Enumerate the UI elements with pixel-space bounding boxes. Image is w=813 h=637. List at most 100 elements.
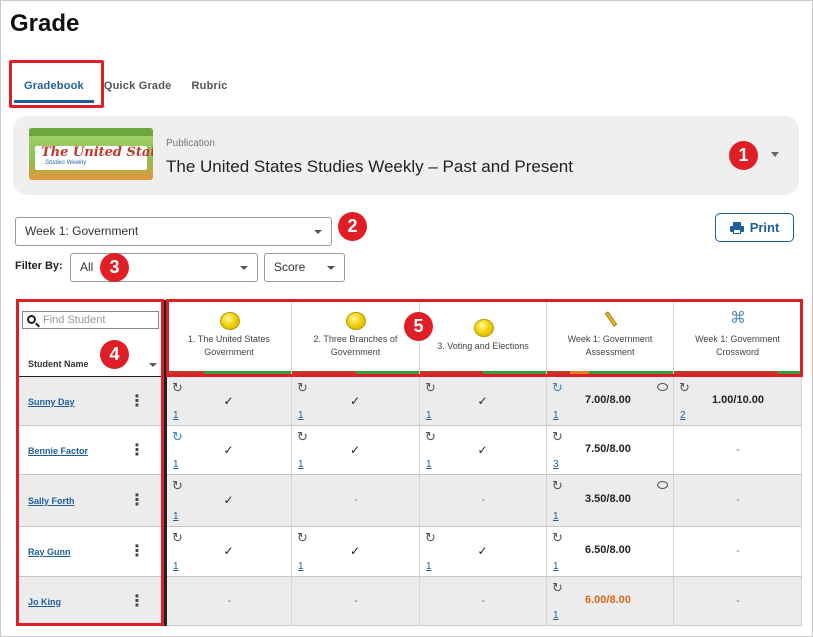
chevron-down-icon <box>327 266 335 270</box>
refresh-icon[interactable]: ↻ <box>172 430 183 443</box>
empty-grade: - <box>736 594 740 607</box>
attempt-count-link[interactable]: 1 <box>298 561 304 572</box>
chevron-down-icon <box>314 230 322 234</box>
publication-selector[interactable]: The United States Studies Weekly Publica… <box>13 116 799 195</box>
refresh-icon[interactable]: ↻ <box>297 381 308 394</box>
filter-select[interactable]: All <box>70 253 258 282</box>
grade-cell[interactable]: - <box>292 577 420 626</box>
empty-grade: - <box>481 594 486 607</box>
attempt-count-link[interactable]: 1 <box>553 410 559 421</box>
grade-cell[interactable]: ↻ 1.00/10.00 2 <box>674 377 802 426</box>
check-icon: ✓ <box>350 544 361 558</box>
grade-cell[interactable]: ↻ ✓ 1 <box>420 377 547 426</box>
attempt-count-link[interactable]: 1 <box>553 610 559 621</box>
callout-badge-3: 3 <box>100 253 129 282</box>
refresh-icon[interactable]: ↻ <box>679 381 690 394</box>
check-icon: ✓ <box>477 442 488 457</box>
print-label: Print <box>749 220 780 235</box>
week-select[interactable]: Week 1: Government <box>15 217 332 246</box>
tab-rubric[interactable]: Rubric <box>182 69 238 103</box>
grade-cell[interactable]: - <box>674 475 802 527</box>
comment-icon[interactable] <box>657 481 668 489</box>
filter-label: Filter By: <box>15 260 63 272</box>
grade-cell[interactable]: - <box>167 577 292 626</box>
grade-cell[interactable]: - <box>674 527 802 577</box>
callout-badge-1: 1 <box>729 141 758 170</box>
refresh-icon[interactable]: ↻ <box>552 479 563 492</box>
score-select[interactable]: Score <box>264 253 345 282</box>
grade-cell[interactable]: ↻ ✓ 1 <box>292 377 420 426</box>
comment-icon[interactable] <box>657 383 668 391</box>
attempt-count-link[interactable]: 1 <box>426 459 432 470</box>
grade-cell[interactable]: ↻ ✓ 1 <box>292 426 420 475</box>
score-select-value: Score <box>274 260 306 274</box>
grade-cell[interactable]: ↻ ✓ 1 <box>167 475 292 527</box>
empty-grade: - <box>354 594 358 607</box>
grade-cell[interactable]: ↻ 7.50/8.00 3 <box>547 426 674 475</box>
check-icon: ✓ <box>350 393 361 408</box>
page-title: Grade <box>10 10 80 37</box>
refresh-icon[interactable]: ↻ <box>172 479 183 492</box>
score-value: 6.00/8.00 <box>585 593 631 606</box>
refresh-icon[interactable]: ↻ <box>552 381 563 394</box>
grade-cell[interactable]: ↻ ✓ 1 <box>420 527 547 577</box>
refresh-icon[interactable]: ↻ <box>425 430 436 443</box>
check-icon: ✓ <box>223 493 234 507</box>
grade-cell[interactable]: ↻ ✓ 1 <box>420 426 547 475</box>
refresh-icon[interactable]: ↻ <box>172 381 183 394</box>
cover-title: The United States <box>41 145 153 160</box>
tab-quick-grade[interactable]: Quick Grade <box>94 69 182 103</box>
attempt-count-link[interactable]: 1 <box>173 459 179 470</box>
publication-cover: The United States Studies Weekly <box>29 128 153 180</box>
highlight-assignments <box>166 299 803 377</box>
grade-cell[interactable]: ↻ 3.50/8.00 1 <box>547 475 674 527</box>
attempt-count-link[interactable]: 1 <box>553 511 559 522</box>
refresh-icon[interactable]: ↻ <box>297 531 308 544</box>
chevron-down-icon[interactable] <box>771 152 779 157</box>
refresh-icon[interactable]: ↻ <box>552 531 563 544</box>
refresh-icon[interactable]: ↻ <box>552 430 563 443</box>
grade-cell[interactable]: - <box>292 475 420 527</box>
attempt-count-link[interactable]: 1 <box>173 511 179 522</box>
score-value: 1.00/10.00 <box>712 393 764 406</box>
check-icon: ✓ <box>223 393 234 408</box>
grade-cell[interactable]: ↻ ✓ 1 <box>167 527 292 577</box>
grade-cell[interactable]: ↻ 6.00/8.00 1 <box>547 577 674 626</box>
publication-label: Publication <box>166 138 215 149</box>
chevron-down-icon <box>240 266 248 270</box>
attempt-count-link[interactable]: 1 <box>426 561 432 572</box>
grade-cell[interactable]: - <box>674 577 802 626</box>
attempt-count-link[interactable]: 1 <box>553 561 559 572</box>
attempt-count-link[interactable]: 1 <box>173 410 179 421</box>
highlight-students <box>16 299 164 626</box>
attempt-count-link[interactable]: 2 <box>680 410 686 421</box>
highlight-tabs <box>9 60 104 108</box>
refresh-icon[interactable]: ↻ <box>552 581 563 594</box>
refresh-icon[interactable]: ↻ <box>297 430 308 443</box>
attempt-count-link[interactable]: 3 <box>553 459 559 470</box>
grade-cell[interactable]: ↻ ✓ 1 <box>167 426 292 475</box>
empty-grade: - <box>227 594 232 607</box>
print-button[interactable]: Print <box>715 213 794 242</box>
grade-cell[interactable]: - <box>420 577 547 626</box>
grade-cell[interactable]: - <box>674 426 802 475</box>
refresh-icon[interactable]: ↻ <box>425 381 436 394</box>
week-select-value: Week 1: Government <box>25 224 139 238</box>
refresh-icon[interactable]: ↻ <box>425 531 436 544</box>
attempt-count-link[interactable]: 1 <box>298 459 304 470</box>
filter-select-value: All <box>80 260 94 274</box>
attempt-count-link[interactable]: 1 <box>426 410 432 421</box>
attempt-count-link[interactable]: 1 <box>173 561 179 572</box>
grade-cell[interactable]: ↻ 6.50/8.00 1 <box>547 527 674 577</box>
grade-cell[interactable]: ↻ ✓ 1 <box>167 377 292 426</box>
grade-cell[interactable]: - <box>420 475 547 527</box>
check-icon: ✓ <box>477 393 488 408</box>
cover-subtitle: Studies Weekly <box>45 160 87 166</box>
empty-grade: - <box>354 494 358 506</box>
empty-grade: - <box>736 545 740 557</box>
refresh-icon[interactable]: ↻ <box>172 531 183 544</box>
attempt-count-link[interactable]: 1 <box>298 410 304 421</box>
grade-cell[interactable]: ↻ ✓ 1 <box>292 527 420 577</box>
grade-cell[interactable]: ↻ 7.00/8.00 1 <box>547 377 674 426</box>
check-icon: ✓ <box>350 442 361 457</box>
